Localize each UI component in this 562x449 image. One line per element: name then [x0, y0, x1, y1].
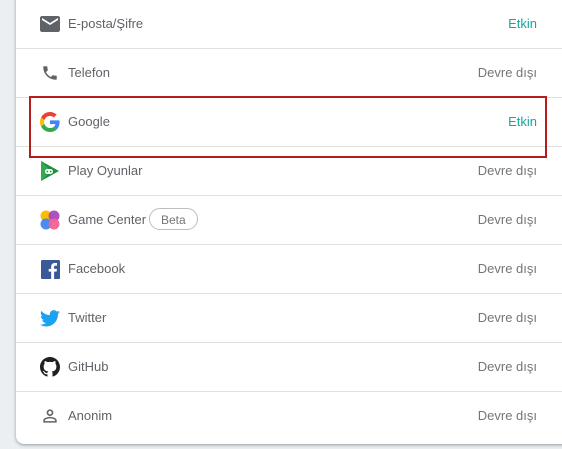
provider-status: Devre dışı — [477, 163, 537, 178]
provider-label: Anonim — [68, 408, 113, 423]
provider-row-twitter[interactable]: Twitter Devre dışı — [16, 294, 562, 343]
provider-status: Devre dışı — [477, 359, 537, 374]
provider-row-play-games[interactable]: Play Oyunlar Devre dışı — [16, 147, 562, 196]
github-icon — [39, 356, 61, 378]
phone-icon — [39, 62, 61, 84]
sign-in-providers-card: E-posta/Şifre Etkin Telefon Devre dışı G… — [16, 0, 562, 444]
provider-label: E-posta/Şifre — [68, 16, 144, 31]
provider-status: Devre dışı — [477, 408, 537, 423]
provider-status: Etkin — [508, 114, 537, 129]
email-icon — [39, 13, 61, 35]
provider-row-anonymous[interactable]: Anonim Devre dışı — [16, 392, 562, 441]
provider-row-game-center[interactable]: Game Center Beta Devre dışı — [16, 196, 562, 245]
provider-label: Play Oyunlar — [68, 163, 143, 178]
provider-status: Devre dışı — [477, 310, 537, 325]
play-games-icon — [39, 160, 61, 182]
provider-row-email[interactable]: E-posta/Şifre Etkin — [16, 0, 562, 49]
provider-row-phone[interactable]: Telefon Devre dışı — [16, 49, 562, 98]
google-icon — [39, 111, 61, 133]
provider-label: Game Center — [68, 212, 147, 227]
beta-badge: Beta — [149, 208, 198, 230]
provider-label: GitHub — [68, 359, 109, 374]
provider-status: Devre dışı — [477, 65, 537, 80]
provider-label: Facebook — [68, 261, 126, 276]
provider-row-google[interactable]: Google Etkin — [16, 98, 562, 147]
provider-status: Devre dışı — [477, 212, 537, 227]
provider-label: Google — [68, 114, 110, 129]
twitter-icon — [39, 307, 61, 329]
facebook-icon — [39, 258, 61, 280]
anonymous-icon — [39, 405, 61, 427]
provider-label: Twitter — [68, 310, 107, 325]
provider-status: Devre dışı — [477, 261, 537, 276]
provider-status: Etkin — [508, 16, 537, 31]
provider-row-facebook[interactable]: Facebook Devre dışı — [16, 245, 562, 294]
provider-label: Telefon — [68, 65, 110, 80]
game-center-icon — [39, 209, 61, 231]
provider-row-github[interactable]: GitHub Devre dışı — [16, 343, 562, 392]
